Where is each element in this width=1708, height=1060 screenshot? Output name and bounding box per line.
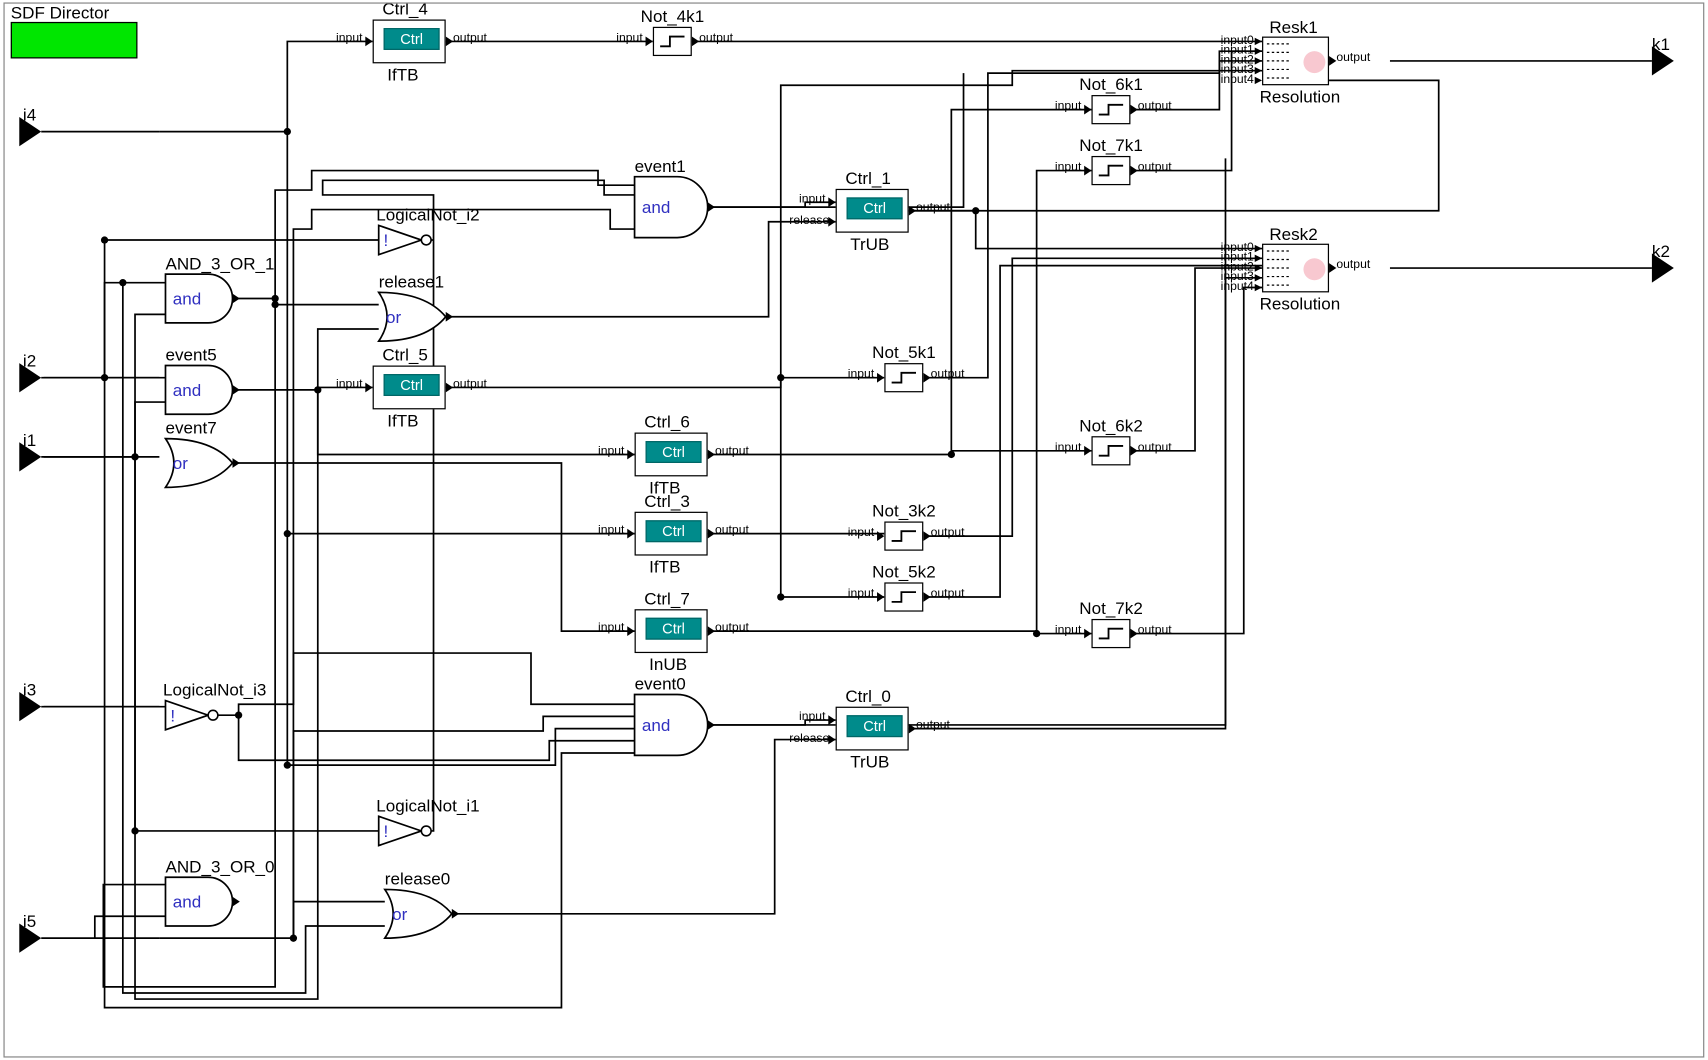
ctrl-block-ctrl0[interactable]: Ctrl <box>836 707 909 751</box>
svg-text:and: and <box>173 290 201 309</box>
not-not_i3[interactable]: ! <box>166 701 223 733</box>
gate-event5[interactable]: and <box>166 366 240 417</box>
ctrl-block-ctrl6[interactable]: Ctrl <box>635 433 708 477</box>
gate-event7[interactable]: or <box>166 439 240 490</box>
ctrl-block-ctrl1[interactable]: Ctrl <box>836 189 909 233</box>
port-i2-label: i2 <box>23 351 36 370</box>
gate-and3or0[interactable]: and <box>166 877 240 928</box>
gate-release1[interactable]: or <box>379 292 453 343</box>
gate-event0[interactable]: and <box>635 694 715 757</box>
not-not_i1[interactable]: ! <box>379 816 436 848</box>
svg-text:and: and <box>173 381 201 400</box>
port-k2-label: k2 <box>1652 241 1670 260</box>
svg-text:!: ! <box>170 706 175 725</box>
port-k1-label: k1 <box>1652 34 1670 53</box>
gate-release0[interactable]: or <box>385 889 459 940</box>
svg-text:or: or <box>386 308 401 327</box>
svg-text:!: ! <box>384 822 389 841</box>
port-i5-label: i5 <box>23 911 36 930</box>
svg-text:or: or <box>173 454 188 473</box>
svg-text:or: or <box>392 905 407 924</box>
sdf-director-label: SDF Director <box>11 2 110 21</box>
port-i3-label: i3 <box>23 680 36 699</box>
ctrl-block-ctrl7[interactable]: Ctrl <box>635 609 708 653</box>
ctrl-block-ctrl3[interactable]: Ctrl <box>635 512 708 556</box>
ctrl-block-ctrl4[interactable]: Ctrl <box>373 19 446 63</box>
svg-text:and: and <box>173 893 201 912</box>
port-i1-label: i1 <box>23 430 36 449</box>
svg-text:and: and <box>642 198 670 217</box>
gate-event1[interactable]: and <box>635 177 715 240</box>
svg-text:!: ! <box>384 231 389 250</box>
gate-and3or1[interactable]: and <box>166 274 240 325</box>
not-not_i2[interactable]: ! <box>379 225 436 257</box>
ctrl-block-ctrl5[interactable]: Ctrl <box>373 366 446 410</box>
sdf-director[interactable] <box>11 22 138 59</box>
port-i4-label: i4 <box>23 105 36 124</box>
svg-text:and: and <box>642 716 670 735</box>
